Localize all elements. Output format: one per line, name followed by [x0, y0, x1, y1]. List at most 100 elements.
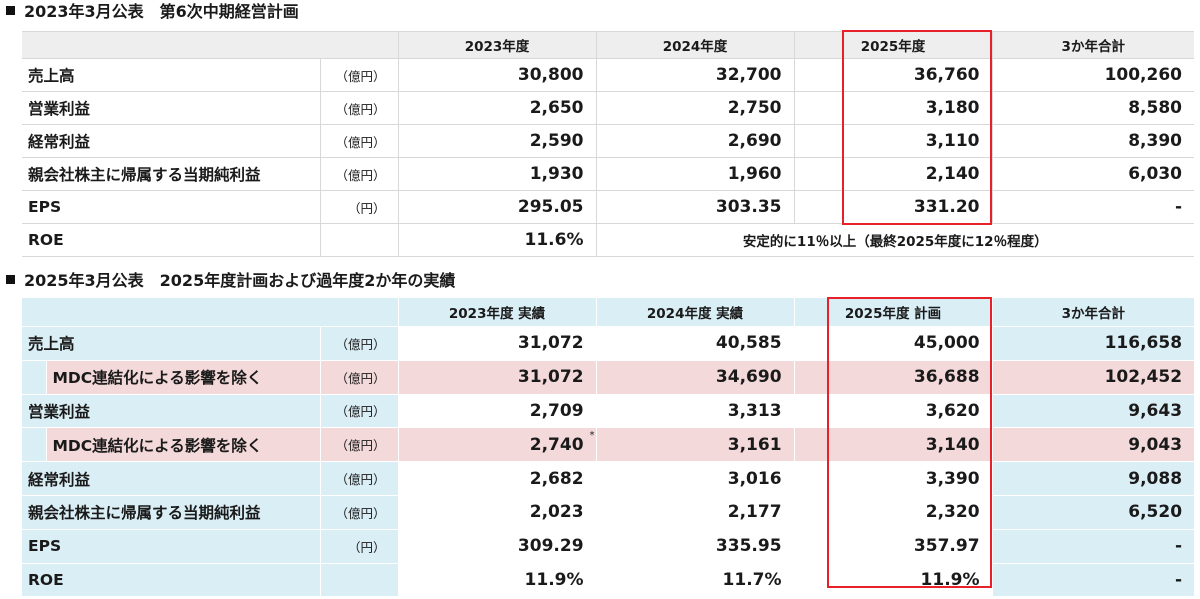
cell-value: 2,590 — [397, 124, 596, 158]
cell-value: 11.7% — [595, 562, 795, 598]
roe-row: ROE 11.9% 11.7% 11.9% - — [22, 562, 1195, 598]
cell-value: 303.35 — [595, 190, 794, 224]
row-unit — [319, 223, 398, 257]
row-label: EPS — [22, 190, 320, 224]
header-2023-actual: 2023年度 実績 — [397, 297, 597, 327]
row-label: 売上高 — [22, 326, 320, 361]
cell-value: 295.05 — [397, 190, 596, 224]
row-unit: （億円） — [319, 427, 399, 463]
cell-value: 3,016 — [595, 461, 795, 496]
row-unit: （円） — [319, 190, 398, 224]
row-unit: （億円） — [319, 157, 398, 191]
row-label: 売上高 — [22, 58, 320, 92]
section2-title: 2025年3月公表 2025年度計画および過年度2か年の実績 — [6, 270, 455, 292]
bullet-square-icon — [6, 275, 15, 284]
cell-value: 3,161 — [595, 427, 795, 463]
cell-value: 9,043 — [991, 427, 1195, 463]
row-unit: （億円） — [319, 359, 399, 395]
cell-value: - — [991, 562, 1195, 598]
row-label: ROE — [22, 562, 320, 598]
cell-value: 31,072 — [397, 359, 597, 395]
table-row: EPS （円） 295.05 303.35 331.20 - — [22, 190, 1194, 224]
footnote-mark: * — [589, 430, 595, 442]
highlight-box-2025-plan — [842, 30, 992, 225]
roe-row: ROE 11.6% 安定的に11％以上（最終2025年度に12％程度） — [22, 223, 1194, 257]
row-label: 経常利益 — [22, 124, 320, 158]
cell-value: 32,700 — [595, 58, 794, 92]
cell-value: 309.29 — [397, 528, 597, 564]
header-total: 3か年合計 — [991, 31, 1194, 59]
row-unit: （億円） — [319, 124, 398, 158]
row-label: 親会社株主に帰属する当期純利益 — [22, 157, 320, 191]
row-label: 経常利益 — [22, 461, 320, 496]
table-row: 親会社株主に帰属する当期純利益 （億円） 1,930 1,960 2,140 6… — [22, 157, 1194, 191]
table-header-row: 2023年度 実績 2024年度 実績 2025年度 計画 3か年合計 — [22, 297, 1195, 327]
cell-value: 2,709 — [397, 393, 597, 429]
table-row: 経常利益 （億円） 2,590 2,690 3,110 8,390 — [22, 124, 1194, 158]
cell-value: - — [991, 190, 1194, 224]
table-row: 売上高 （億円） 30,800 32,700 36,760 100,260 — [22, 58, 1194, 92]
cell-value: 40,585 — [595, 326, 795, 361]
table-row-sub: MDC連結化による影響を除く （億円） 31,072 34,690 36,688… — [22, 359, 1195, 395]
row-label: ROE — [22, 223, 320, 257]
table-row: 親会社株主に帰属する当期純利益 （億円） 2,023 2,177 2,320 6… — [22, 494, 1195, 530]
cell-value-with-footnote: 2,740 * — [397, 427, 597, 463]
table-row-sub: MDC連結化による影響を除く （億円） 2,740 * 3,161 3,140 9… — [22, 427, 1195, 463]
row-unit: （億円） — [319, 58, 398, 92]
row-unit: （億円） — [319, 393, 399, 429]
cell-value: 2,650 — [397, 91, 596, 125]
cell-value: 116,658 — [991, 326, 1195, 361]
indent-cell — [22, 427, 46, 463]
table-row: 営業利益 （億円） 2,650 2,750 3,180 8,580 — [22, 91, 1194, 125]
cell-value: 2,690 — [595, 124, 794, 158]
header-blank — [22, 297, 399, 327]
row-unit: （億円） — [319, 494, 399, 530]
cell-value: 31,072 — [397, 326, 597, 361]
header-2024: 2024年度 — [595, 31, 794, 59]
cell-value: 9,643 — [991, 393, 1195, 429]
cell-value: 102,452 — [991, 359, 1195, 395]
section1-title: 2023年3月公表 第6次中期経営計画 — [6, 1, 299, 23]
cell-value: 34,690 — [595, 359, 795, 395]
highlight-box-2025-plan — [827, 297, 992, 588]
cell-value: 3,313 — [595, 393, 795, 429]
row-unit: （円） — [319, 528, 399, 564]
roe-target-note: 安定的に11％以上（最終2025年度に12％程度） — [595, 223, 1194, 257]
table-header-row: 2023年度 2024年度 2025年度 3か年合計 — [22, 31, 1194, 59]
row-label: MDC連結化による影響を除く — [45, 427, 320, 463]
row-unit — [319, 562, 399, 598]
row-label: EPS — [22, 528, 320, 564]
row-label: MDC連結化による影響を除く — [45, 359, 320, 395]
cell-value: 11.6% — [397, 223, 596, 257]
row-label: 営業利益 — [22, 393, 320, 429]
cell-value: 30,800 — [397, 58, 596, 92]
bullet-square-icon — [6, 6, 15, 15]
cell-value: 2,023 — [397, 494, 597, 530]
cell-value: 335.95 — [595, 528, 795, 564]
cell-value: 8,580 — [991, 91, 1194, 125]
cell-value: 9,088 — [991, 461, 1195, 496]
results-table: 2023年度 実績 2024年度 実績 2025年度 計画 3か年合計 売上高 … — [22, 297, 1195, 598]
plan-table: 2023年度 2024年度 2025年度 3か年合計 売上高 （億円） 30,8… — [22, 31, 1194, 257]
table-row: 売上高 （億円） 31,072 40,585 45,000 116,658 — [22, 326, 1195, 361]
header-2024-actual: 2024年度 実績 — [595, 297, 795, 327]
cell-value: 2,177 — [595, 494, 795, 530]
cell-value: 2,682 — [397, 461, 597, 496]
cell-value: 6,030 — [991, 157, 1194, 191]
indent-cell — [22, 359, 46, 395]
cell-value: 2,750 — [595, 91, 794, 125]
header-total: 3か年合計 — [991, 297, 1195, 327]
cell-value: 1,960 — [595, 157, 794, 191]
header-2023: 2023年度 — [397, 31, 596, 59]
header-blank — [22, 31, 398, 59]
row-unit: （億円） — [319, 91, 398, 125]
cell-value: 1,930 — [397, 157, 596, 191]
row-unit: （億円） — [319, 461, 399, 496]
cell-value: 6,520 — [991, 494, 1195, 530]
row-unit: （億円） — [319, 326, 399, 361]
table-row: 経常利益 （億円） 2,682 3,016 3,390 9,088 — [22, 461, 1195, 496]
table-row: EPS （円） 309.29 335.95 357.97 - — [22, 528, 1195, 564]
cell-value: - — [991, 528, 1195, 564]
cell-value: 8,390 — [991, 124, 1194, 158]
cell-value: 100,260 — [991, 58, 1194, 92]
